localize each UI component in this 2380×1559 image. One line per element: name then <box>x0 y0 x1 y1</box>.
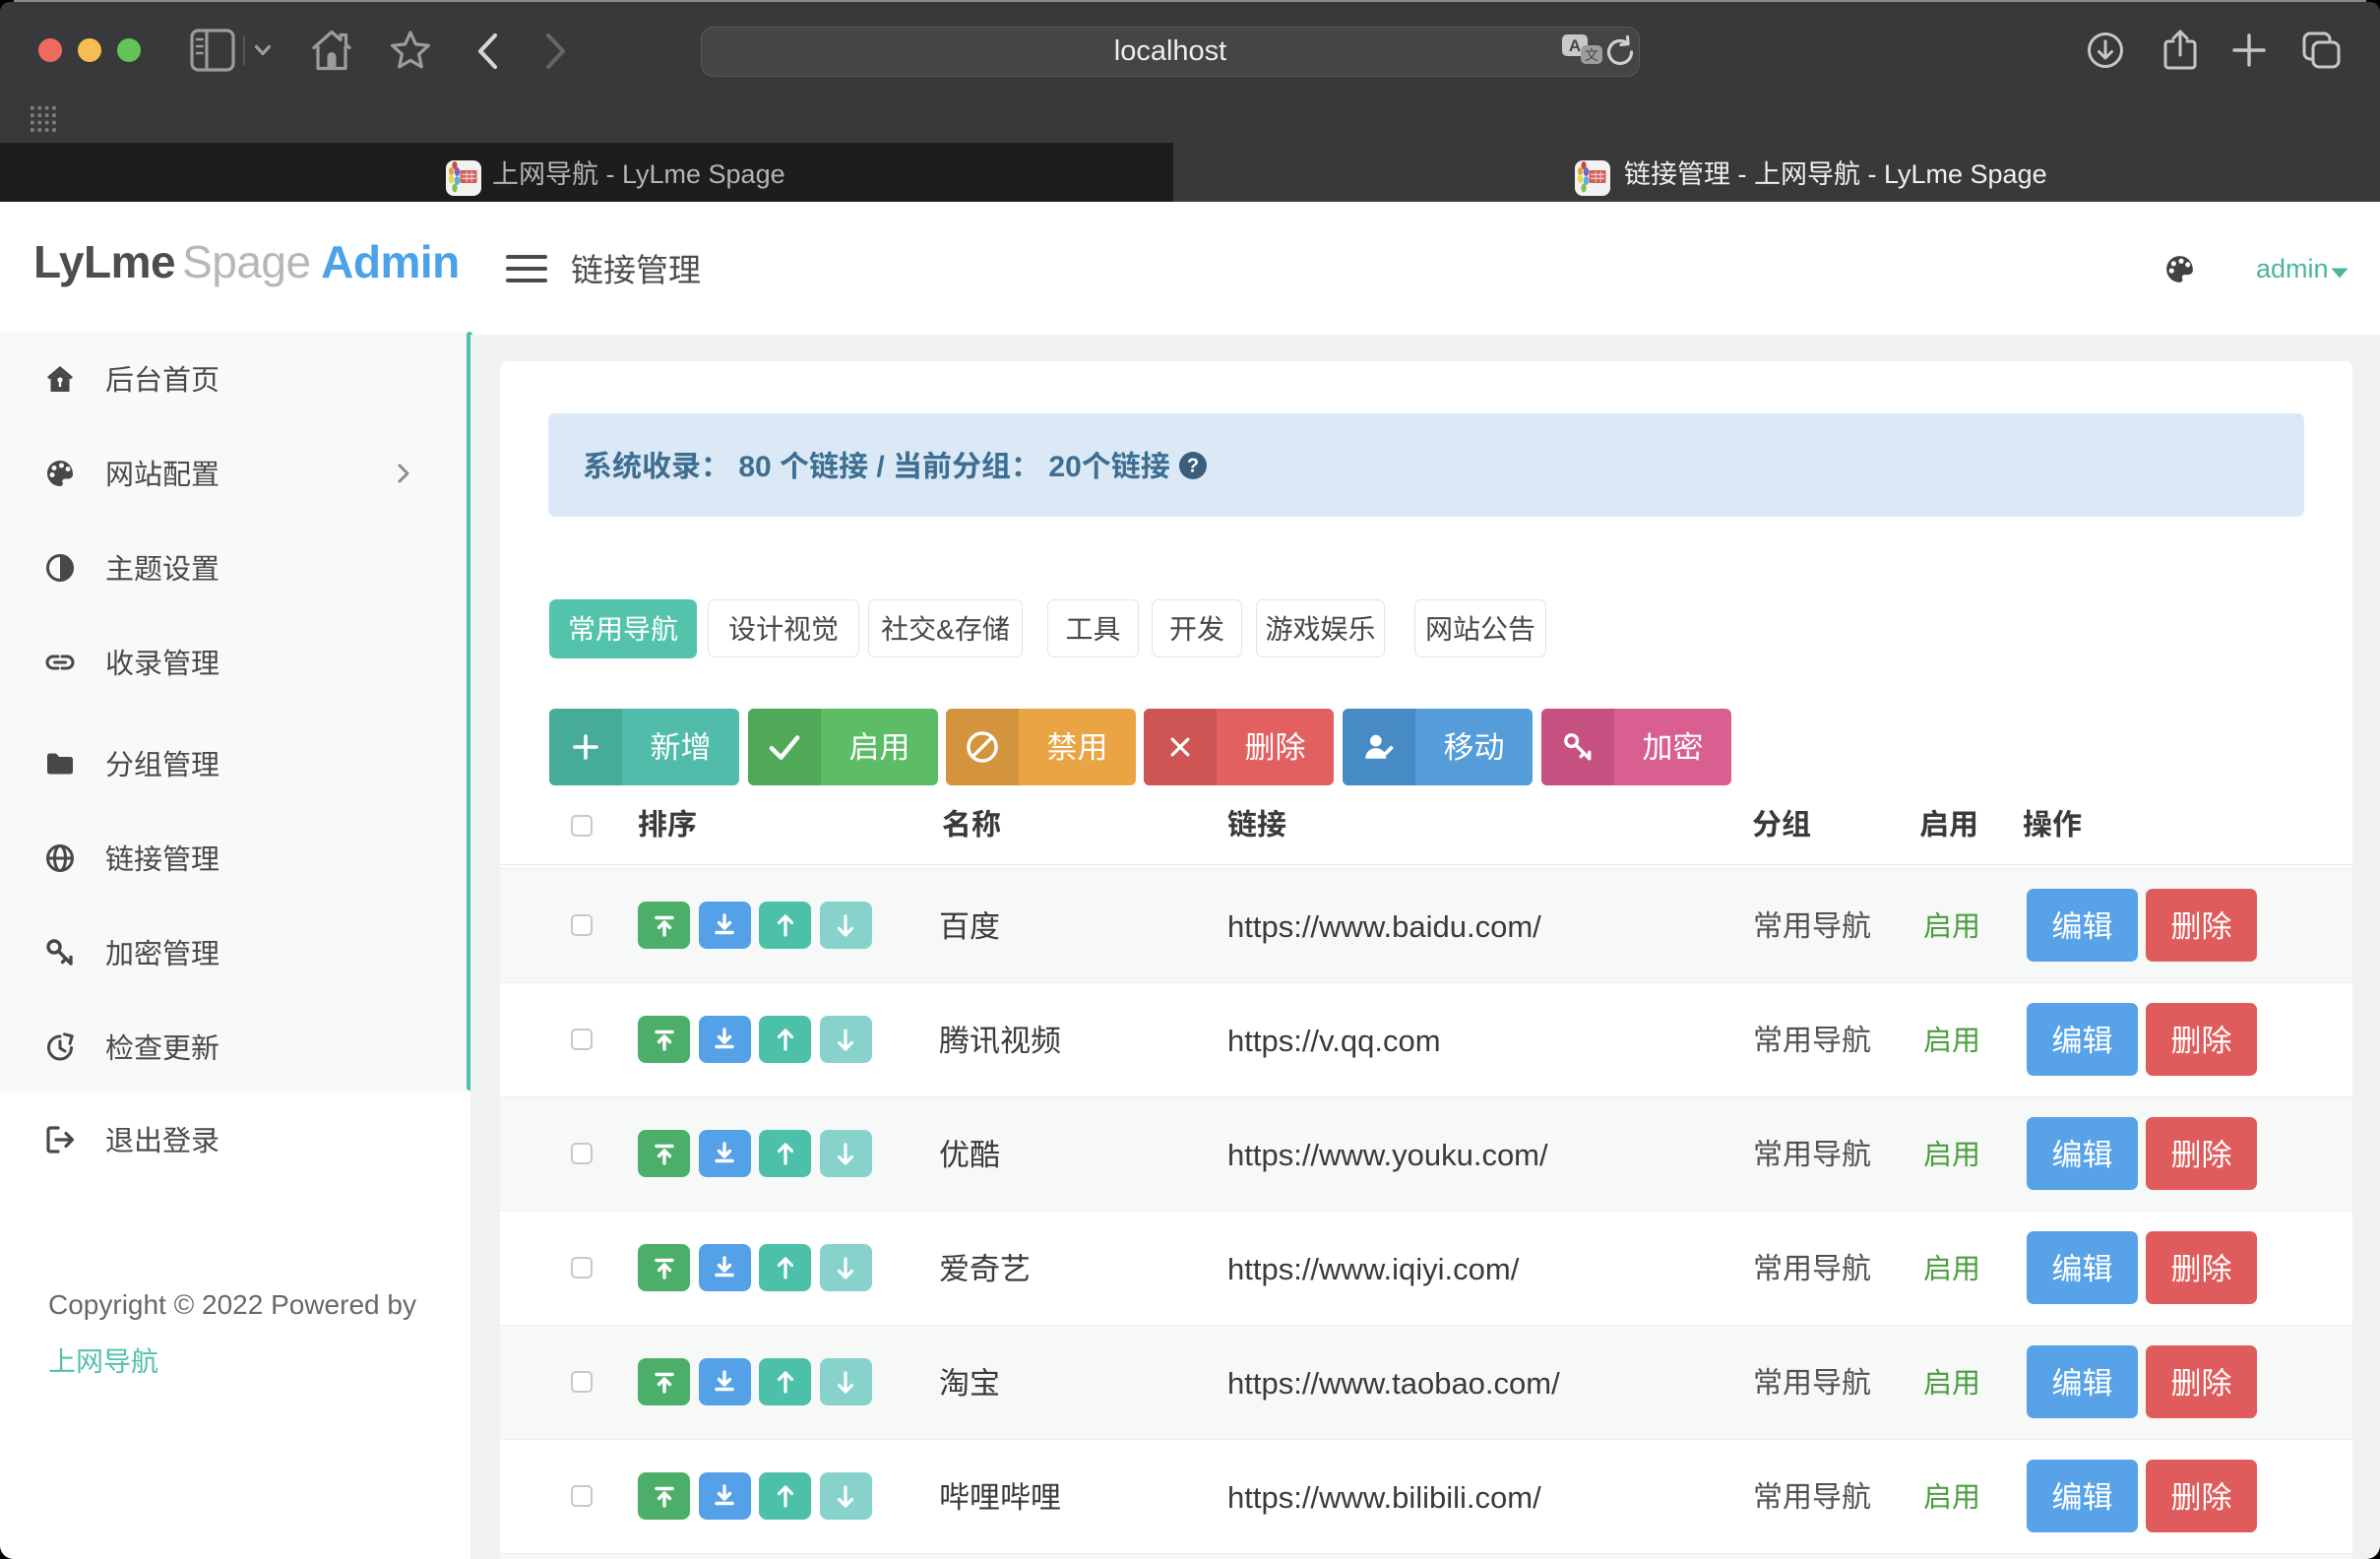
svg-text:A: A <box>1569 36 1581 55</box>
svg-text:文: 文 <box>1585 47 1598 63</box>
svg-text:?: ? <box>1187 456 1199 477</box>
